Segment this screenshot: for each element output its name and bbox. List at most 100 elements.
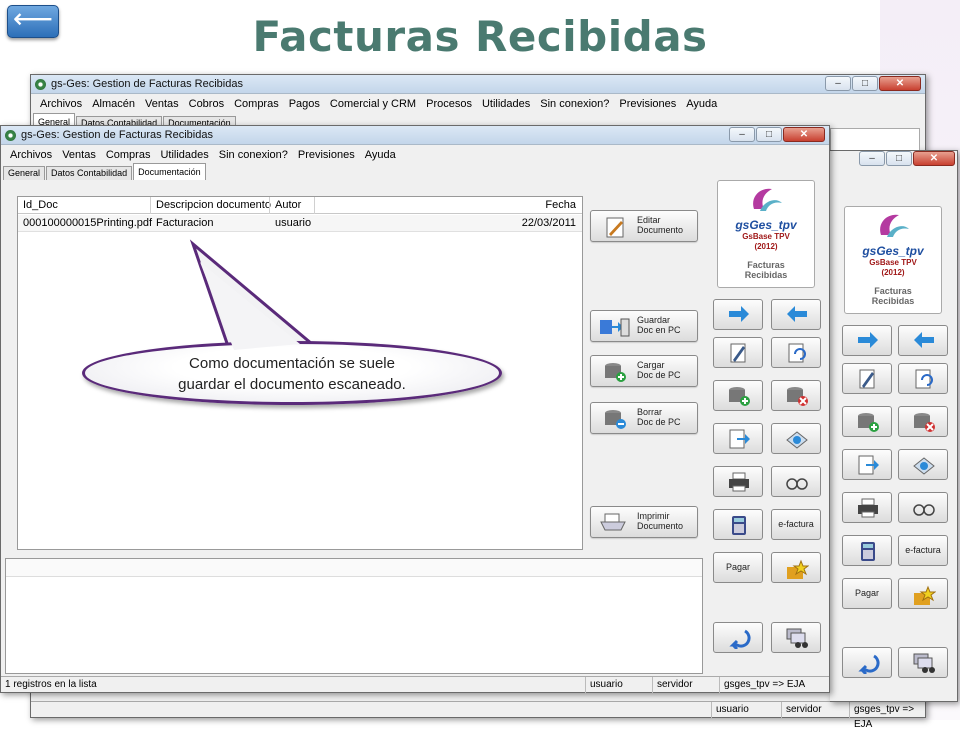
col-fecha[interactable]: Fecha [540, 197, 576, 214]
table-row[interactable]: 000100000015Printing.pdf Facturacion usu… [18, 215, 582, 232]
menu-ayuda[interactable]: Ayuda [681, 95, 722, 113]
edit-document-button[interactable]: Editar Documento [590, 210, 698, 242]
maximize-button[interactable]: □ [756, 127, 782, 142]
pay-button[interactable]: Pagar [713, 552, 763, 583]
menu-sin-conexion[interactable]: Sin conexion? [214, 146, 293, 164]
slide-title: Facturas Recibidas [252, 12, 708, 61]
print-document-button[interactable]: Imprimir Documento [590, 506, 698, 538]
status-user: usuario [711, 702, 781, 718]
return-button[interactable] [842, 647, 892, 678]
pay-label: Pagar [854, 588, 880, 598]
pay-label: Pagar [725, 562, 751, 572]
tab-documentacion[interactable]: Documentación [133, 163, 206, 180]
delete-label-1: Borrar [637, 407, 663, 417]
front-tabs: General Datos Contabilidad Documentación [3, 163, 207, 180]
edit-label-2: Documento [637, 225, 684, 235]
search-button[interactable] [771, 622, 821, 653]
menu-utilidades[interactable]: Utilidades [477, 95, 535, 113]
close-button[interactable]: ✕ [913, 151, 955, 166]
col-autor[interactable]: Autor [270, 197, 301, 214]
pen-icon [730, 343, 746, 363]
delete-from-pc-button[interactable]: Borrar Doc de PC [590, 402, 698, 434]
favorites-button[interactable] [898, 578, 948, 609]
menu-compras[interactable]: Compras [101, 146, 156, 164]
menu-ventas[interactable]: Ventas [57, 146, 101, 164]
next-button[interactable] [842, 325, 892, 356]
calculator-button[interactable] [842, 535, 892, 566]
add-record-button[interactable] [713, 380, 763, 411]
minimize-button[interactable]: – [825, 76, 851, 91]
print-button[interactable] [842, 492, 892, 523]
menu-sin-conexion[interactable]: Sin conexion? [535, 95, 614, 113]
save-label-1: Guardar [637, 315, 671, 325]
logo-line2: (2012) [881, 268, 905, 277]
prev-button[interactable] [771, 299, 821, 330]
menu-comercial-crm[interactable]: Comercial y CRM [325, 95, 421, 113]
export-button[interactable] [842, 449, 892, 480]
close-button[interactable]: ✕ [783, 127, 825, 142]
maximize-button[interactable]: □ [852, 76, 878, 91]
menu-utilidades[interactable]: Utilidades [155, 146, 213, 164]
logo-line3: Facturas [874, 286, 912, 296]
prev-button[interactable] [898, 325, 948, 356]
star-box-icon [787, 559, 809, 579]
delete-record-button[interactable] [898, 406, 948, 437]
maximize-button[interactable]: □ [886, 151, 912, 166]
grid-header: Id_Doc Descripcion documento Autor Fecha [18, 197, 582, 214]
col-descripcion[interactable]: Descripcion documento [151, 197, 271, 214]
menu-procesos[interactable]: Procesos [421, 95, 477, 113]
load-label-1: Cargar [637, 360, 665, 370]
doc-export-icon [729, 429, 750, 449]
print-button[interactable] [713, 466, 763, 497]
undo-record-button[interactable] [771, 337, 821, 368]
load-from-pc-button[interactable]: Cargar Doc de PC [590, 355, 698, 387]
menu-previsiones[interactable]: Previsiones [614, 95, 681, 113]
minimize-button[interactable]: – [859, 151, 885, 166]
arrow-left-icon [914, 332, 934, 348]
tab-datos-contabilidad[interactable]: Datos Contabilidad [46, 166, 133, 180]
menu-previsiones[interactable]: Previsiones [293, 146, 360, 164]
save-to-pc-button[interactable]: Guardar Doc en PC [590, 310, 698, 342]
logo-line1: GsBase TPV [742, 232, 790, 241]
favorites-button[interactable] [771, 552, 821, 583]
preview-button[interactable] [898, 449, 948, 480]
glasses-button[interactable] [771, 466, 821, 497]
undo-record-button[interactable] [898, 363, 948, 394]
status-db: gsges_tpv => EJA [849, 702, 927, 730]
menu-archivos[interactable]: Archivos [35, 95, 87, 113]
menu-cobros[interactable]: Cobros [184, 95, 229, 113]
menu-ventas[interactable]: Ventas [140, 95, 184, 113]
col-id-doc[interactable]: Id_Doc [18, 197, 58, 214]
front-logo: gsGes_tpv GsBase TPV (2012) Facturas Rec… [717, 180, 815, 288]
menu-almacen[interactable]: Almacén [87, 95, 140, 113]
menu-ayuda[interactable]: Ayuda [360, 146, 401, 164]
efactura-button[interactable]: e-factura [771, 509, 821, 540]
delete-record-button[interactable] [771, 380, 821, 411]
efactura-button[interactable]: e-factura [898, 535, 948, 566]
save-to-pc-icon [600, 318, 630, 337]
arrow-right-icon [858, 332, 878, 348]
search-button[interactable] [898, 647, 948, 678]
cell-fecha: 22/03/2011 [521, 217, 576, 229]
calculator-button[interactable] [713, 509, 763, 540]
efactura-label: e-factura [778, 519, 814, 529]
return-button[interactable] [713, 622, 763, 653]
callout-line2: guardar el documento escaneado. [178, 376, 406, 393]
menu-pagos[interactable]: Pagos [284, 95, 325, 113]
menu-archivos[interactable]: Archivos [5, 146, 57, 164]
preview-button[interactable] [771, 423, 821, 454]
close-button[interactable]: ✕ [879, 76, 921, 91]
edit-record-button[interactable] [713, 337, 763, 368]
edit-record-button[interactable] [842, 363, 892, 394]
pay-button[interactable]: Pagar [842, 578, 892, 609]
status-server: servidor [781, 702, 849, 718]
minimize-button[interactable]: – [729, 127, 755, 142]
export-button[interactable] [713, 423, 763, 454]
add-record-button[interactable] [842, 406, 892, 437]
binoculars-windows-icon [786, 628, 808, 648]
menu-compras[interactable]: Compras [229, 95, 284, 113]
tab-general[interactable]: General [3, 166, 46, 180]
logo-brand: gsGes_tpv [862, 244, 924, 258]
glasses-button[interactable] [898, 492, 948, 523]
next-button[interactable] [713, 299, 763, 330]
